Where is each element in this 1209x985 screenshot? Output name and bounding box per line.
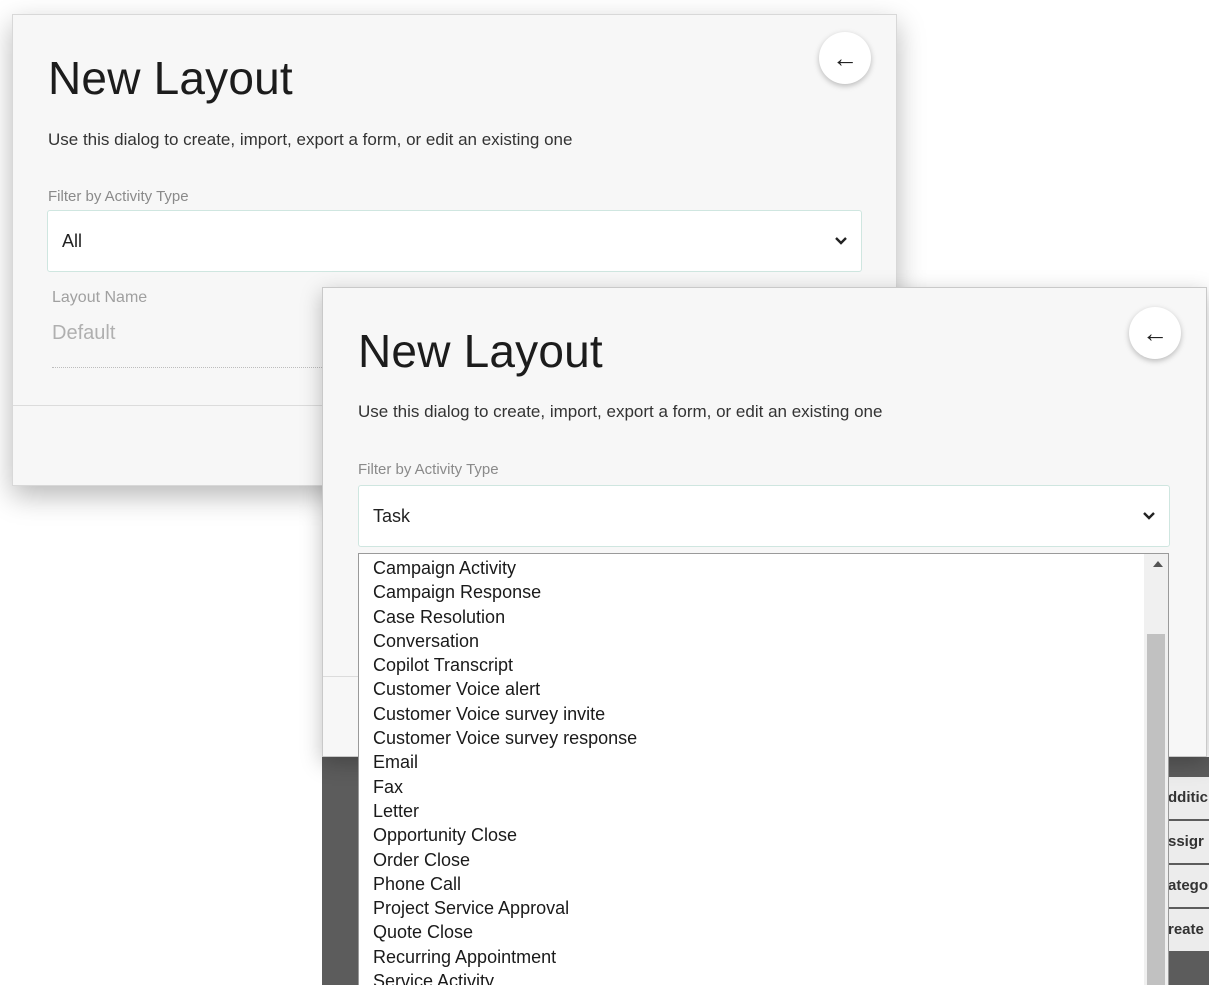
arrow-left-icon: ← xyxy=(1142,317,1168,348)
dropdown-option[interactable]: Campaign Activity xyxy=(373,556,637,580)
back-button[interactable]: ← xyxy=(1129,307,1181,359)
dropdown-options: Campaign Activity Campaign Response Case R… xyxy=(373,556,637,985)
activity-type-select[interactable]: All xyxy=(47,210,862,272)
field-underline xyxy=(52,367,332,368)
activity-type-select[interactable]: Task xyxy=(358,485,1170,547)
dropdown-option[interactable]: Email xyxy=(373,750,637,774)
dialog-subtitle: Use this dialog to create, import, expor… xyxy=(358,402,883,421)
dropdown-option[interactable]: Quote Close xyxy=(373,920,637,944)
scrollbar-thumb[interactable] xyxy=(1147,634,1165,985)
dropdown-option[interactable]: Letter xyxy=(373,799,637,823)
dropdown-option[interactable]: Case Resolution xyxy=(373,605,637,629)
dialog-title: New Layout xyxy=(48,52,293,104)
dropdown-option[interactable]: Conversation xyxy=(373,629,637,653)
back-button[interactable]: ← xyxy=(819,32,871,84)
divider xyxy=(13,405,323,406)
dropdown-option[interactable]: Opportunity Close xyxy=(373,823,637,847)
dropdown-option[interactable]: Phone Call xyxy=(373,872,637,896)
scrollbar[interactable] xyxy=(1144,554,1168,985)
select-value: All xyxy=(62,231,83,251)
filter-label: Filter by Activity Type xyxy=(358,461,499,478)
activity-type-dropdown-list[interactable]: Campaign Activity Campaign Response Case R… xyxy=(358,553,1169,985)
layout-name-input[interactable]: Default xyxy=(52,322,115,345)
filter-label: Filter by Activity Type xyxy=(48,188,189,205)
dropdown-option[interactable]: Order Close xyxy=(373,848,637,872)
dropdown-option[interactable]: Copilot Transcript xyxy=(373,653,637,677)
layout-name-label: Layout Name xyxy=(52,289,148,306)
dropdown-option[interactable]: Customer Voice survey response xyxy=(373,726,637,750)
background-overlay xyxy=(322,757,359,985)
select-value: Task xyxy=(373,506,411,526)
dialog-subtitle: Use this dialog to create, import, expor… xyxy=(48,130,573,149)
dropdown-option[interactable]: Customer Voice survey invite xyxy=(373,702,637,726)
dropdown-option[interactable]: Recurring Appointment xyxy=(373,945,637,969)
dropdown-option[interactable]: Campaign Response xyxy=(373,580,637,604)
scroll-up-arrow-icon[interactable] xyxy=(1153,561,1163,567)
dialog-title: New Layout xyxy=(358,325,603,377)
dropdown-option[interactable]: Fax xyxy=(373,775,637,799)
chevron-down-icon xyxy=(835,237,847,245)
divider xyxy=(323,676,363,677)
arrow-left-icon: ← xyxy=(832,42,858,73)
chevron-down-icon xyxy=(1143,512,1155,520)
dropdown-option[interactable]: Customer Voice alert xyxy=(373,677,637,701)
dropdown-option[interactable]: Project Service Approval xyxy=(373,896,637,920)
dropdown-option[interactable]: Service Activity xyxy=(373,969,637,985)
